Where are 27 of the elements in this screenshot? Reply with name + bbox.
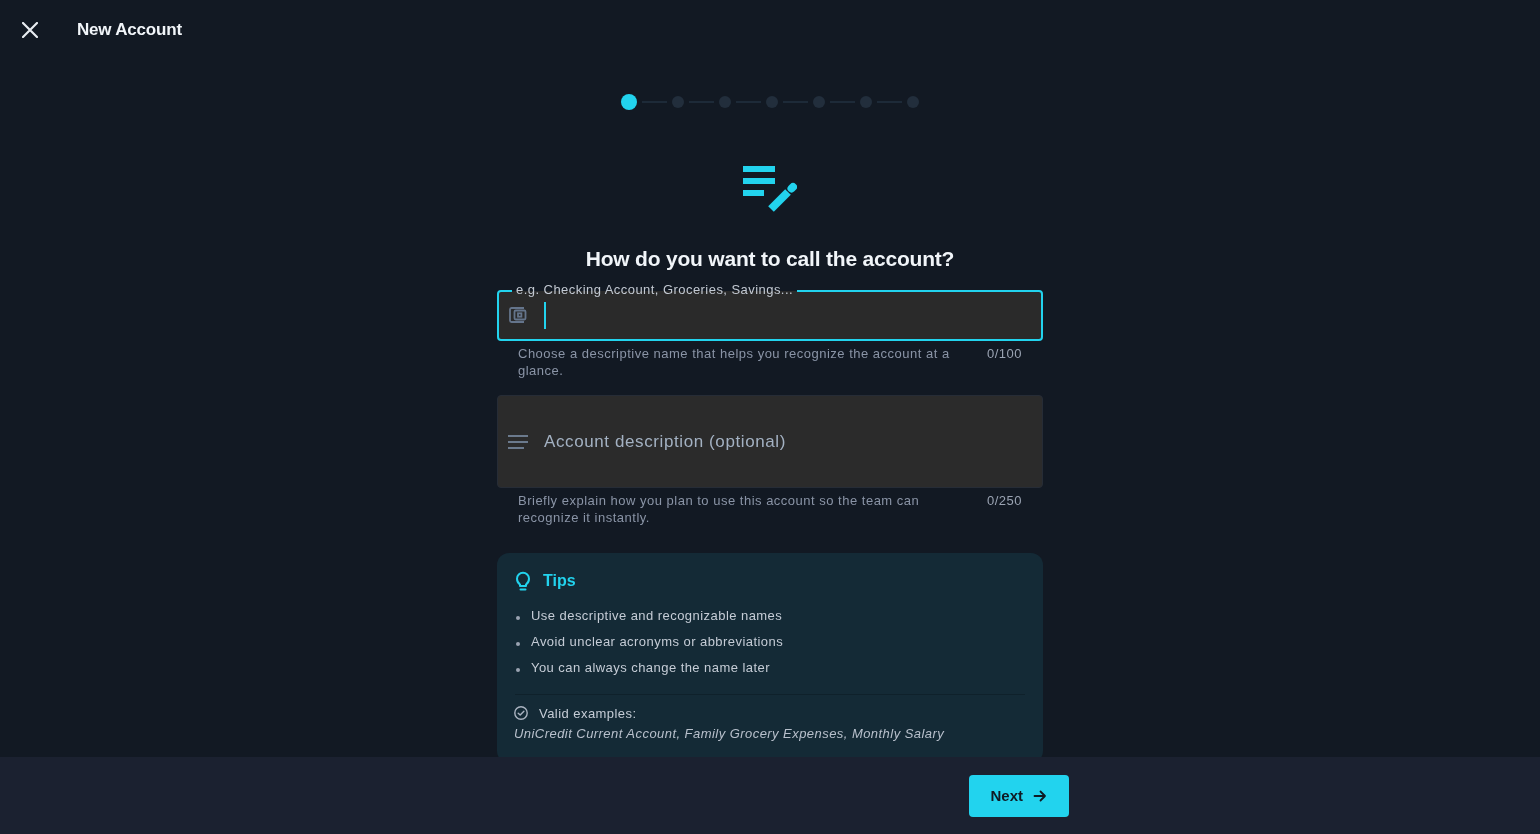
character-counter: 0/100 [986,345,1022,362]
close-icon [22,22,38,38]
description-field[interactable]: Account description (optional) [497,395,1043,488]
lightbulb-icon [515,571,531,591]
tip-text: Use descriptive and recognizable names [531,607,783,623]
bullet-icon [516,616,520,620]
close-button[interactable] [20,20,40,40]
examples-label: Valid examples: [539,705,637,721]
tips-title: Tips [543,572,576,590]
arrow-right-icon [1033,788,1047,803]
tip-text: You can always change the name later [531,659,771,675]
check-circle-icon [514,706,528,720]
text-lines-icon [508,435,528,449]
helper-text: Choose a descriptive name that helps you recognize the account at a glance. [518,345,951,379]
question-heading: How do you want to call the account? [585,246,955,272]
next-button[interactable]: Next [969,774,1069,817]
page-title: New Account [77,20,182,40]
bullet-icon [516,668,520,672]
helper-text: Briefly explain how you plan to use this account so the team can recognize it instantly. [518,492,921,526]
tip-text: Avoid unclear acronyms or abbreviations [531,633,784,649]
field-label: e.g. Checking Account, Groceries, Savings... [512,282,798,298]
wallet-icon [508,305,528,325]
bullet-icon [516,642,520,646]
notes-pencil-icon [742,165,798,213]
examples-text: UniCredit Current Account, Family Grocery Expenses, Monthly Salary [514,725,946,743]
text-cursor [544,302,546,329]
character-counter: 0/250 [986,492,1022,509]
